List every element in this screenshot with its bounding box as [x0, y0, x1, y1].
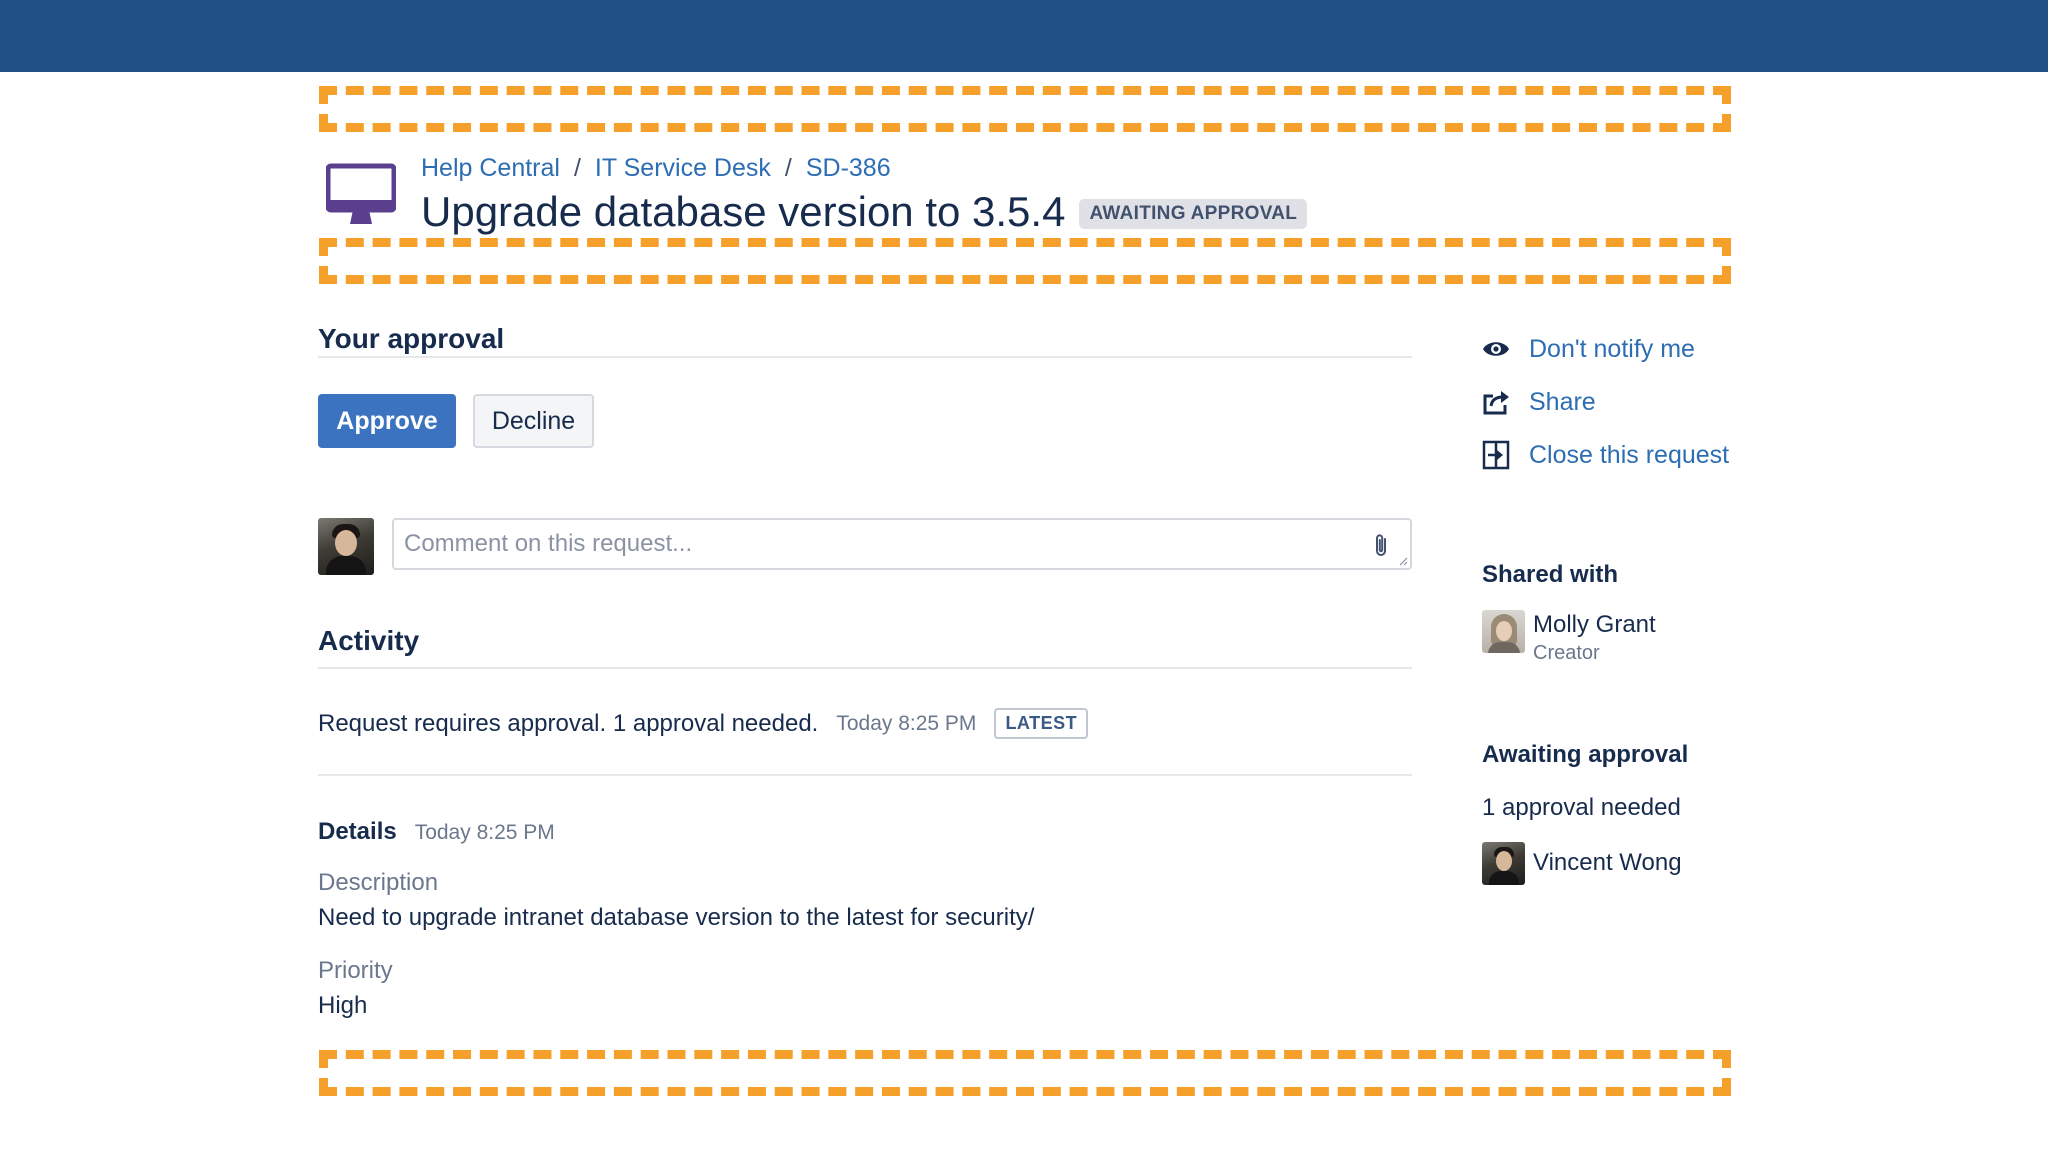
shared-person: Molly Grant Creator — [1482, 610, 1656, 666]
avatar — [318, 518, 374, 575]
activity-entry: Request requires approval. 1 approval ne… — [318, 708, 1089, 739]
divider — [318, 667, 1412, 669]
approvals-needed-text: 1 approval needed — [1482, 794, 1681, 821]
shared-person-role: Creator — [1533, 642, 1600, 664]
eye-icon — [1483, 342, 1509, 356]
approver-name: Vincent Wong — [1533, 849, 1682, 876]
your-approval-heading: Your approval — [318, 323, 505, 354]
annotation-placeholder-top — [319, 86, 1731, 132]
avatar — [1482, 842, 1525, 885]
page-title: Upgrade database version to 3.5.4 — [421, 188, 1066, 235]
breadcrumb-separator: / — [784, 154, 792, 182]
latest-badge: LATEST — [994, 708, 1089, 739]
status-badge: AWAITING APPROVAL — [1079, 199, 1308, 229]
details-header: Details Today 8:25 PM — [318, 818, 555, 846]
close-request-label[interactable]: Close this request — [1529, 441, 1729, 470]
dont-notify-link[interactable]: Don't notify me — [1481, 334, 1695, 364]
priority-label: Priority — [318, 957, 393, 984]
activity-timestamp: Today 8:25 PM — [836, 711, 977, 735]
breadcrumb-it-service-desk[interactable]: IT Service Desk — [595, 154, 771, 182]
shared-person-name: Molly Grant — [1533, 611, 1656, 638]
close-request-icon — [1482, 440, 1510, 470]
breadcrumb: Help Central / IT Service Desk / SD-386 — [421, 154, 891, 183]
top-navigation-bar — [0, 0, 2048, 72]
awaiting-approval-heading: Awaiting approval — [1482, 741, 1689, 768]
approver: Vincent Wong — [1482, 842, 1682, 885]
annotation-placeholder-bottom — [319, 1050, 1731, 1096]
breadcrumb-separator: / — [573, 154, 581, 182]
share-icon — [1483, 391, 1509, 415]
details-heading: Details — [318, 818, 397, 845]
approve-button[interactable]: Approve — [318, 394, 456, 448]
comment-input[interactable] — [404, 530, 1364, 558]
priority-value: High — [318, 992, 368, 1019]
resize-handle-icon[interactable] — [1398, 556, 1408, 566]
dont-notify-label[interactable]: Don't notify me — [1529, 335, 1695, 364]
description-label: Description — [318, 869, 439, 896]
activity-heading: Activity — [318, 625, 420, 656]
close-request-link[interactable]: Close this request — [1481, 440, 1729, 470]
divider — [318, 356, 1412, 358]
share-link[interactable]: Share — [1481, 387, 1596, 417]
description-value: Need to upgrade intranet database versio… — [318, 904, 1035, 931]
shared-with-heading: Shared with — [1482, 561, 1619, 588]
share-label[interactable]: Share — [1529, 388, 1596, 417]
avatar — [1482, 610, 1525, 653]
decline-button[interactable]: Decline — [473, 394, 594, 448]
breadcrumb-issue-key[interactable]: SD-386 — [806, 154, 891, 182]
annotation-placeholder-header — [319, 238, 1731, 284]
activity-text: Request requires approval. 1 approval ne… — [318, 709, 819, 737]
comment-field[interactable] — [392, 518, 1412, 570]
request-header: Upgrade database version to 3.5.4 AWAITI… — [421, 188, 1308, 236]
details-timestamp: Today 8:25 PM — [414, 821, 555, 844]
divider — [318, 774, 1412, 776]
paperclip-icon[interactable] — [1370, 532, 1392, 560]
monitor-icon — [326, 163, 396, 224]
breadcrumb-help-central[interactable]: Help Central — [421, 154, 560, 182]
